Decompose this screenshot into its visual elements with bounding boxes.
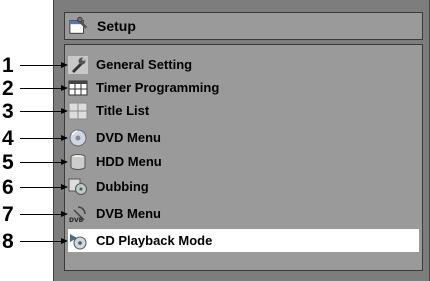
dvd-disc-icon: [68, 129, 88, 147]
callout-leader: [20, 211, 68, 217]
menu-item-label: Dubbing: [96, 179, 149, 194]
dubbing-icon: [68, 178, 88, 196]
callout-number: 7: [2, 203, 14, 226]
callout-leader: [20, 135, 68, 141]
svg-text:DVB: DVB: [69, 217, 84, 223]
callout-number: 4: [2, 127, 14, 150]
menu-item-title-list[interactable]: Title List: [68, 99, 419, 122]
callout-number: 8: [2, 230, 14, 253]
menu-item-label: DVB Menu: [96, 206, 161, 221]
menu-item-label: Title List: [96, 103, 150, 118]
callout-number: 6: [2, 176, 14, 199]
menu-item-cd-playback-mode[interactable]: CD Playback Mode: [68, 229, 419, 252]
setup-icon: [69, 16, 89, 35]
callout-number: 5: [2, 151, 14, 174]
callout-leader: [20, 85, 68, 91]
callout-leader: [20, 62, 68, 68]
menu-item-hdd-menu[interactable]: HDD Menu: [68, 150, 419, 173]
menu-item-dvd-menu[interactable]: DVD Menu: [68, 126, 419, 149]
menu-item-label: Timer Programming: [96, 80, 220, 95]
page-title: Setup: [97, 18, 136, 34]
timer-programming-icon: [68, 79, 88, 97]
menu-item-dubbing[interactable]: Dubbing: [68, 175, 419, 198]
title-list-icon: [68, 102, 88, 120]
setup-title-bar: Setup: [64, 12, 423, 40]
callout-number: 3: [2, 100, 14, 123]
callout-leader: [20, 238, 68, 244]
callout-leader: [20, 108, 68, 114]
menu-item-label: General Setting: [96, 57, 193, 72]
dvb-icon: DVB: [68, 205, 88, 223]
cd-playback-icon: [68, 232, 88, 250]
hdd-icon: [68, 153, 88, 171]
callout-leader: [20, 184, 68, 190]
callout-number: 2: [2, 77, 14, 100]
menu-item-dvb-menu[interactable]: DVB DVB Menu: [68, 202, 419, 225]
wrench-icon: [68, 55, 88, 74]
callout-leader: [20, 159, 68, 165]
menu-item-label: HDD Menu: [96, 154, 162, 169]
menu-item-timer-programming[interactable]: Timer Programming: [68, 76, 419, 99]
menu-item-general-setting[interactable]: General Setting: [68, 53, 419, 76]
menu-item-label: DVD Menu: [96, 130, 161, 145]
callout-number: 1: [2, 54, 14, 77]
menu-item-label: CD Playback Mode: [96, 233, 213, 248]
